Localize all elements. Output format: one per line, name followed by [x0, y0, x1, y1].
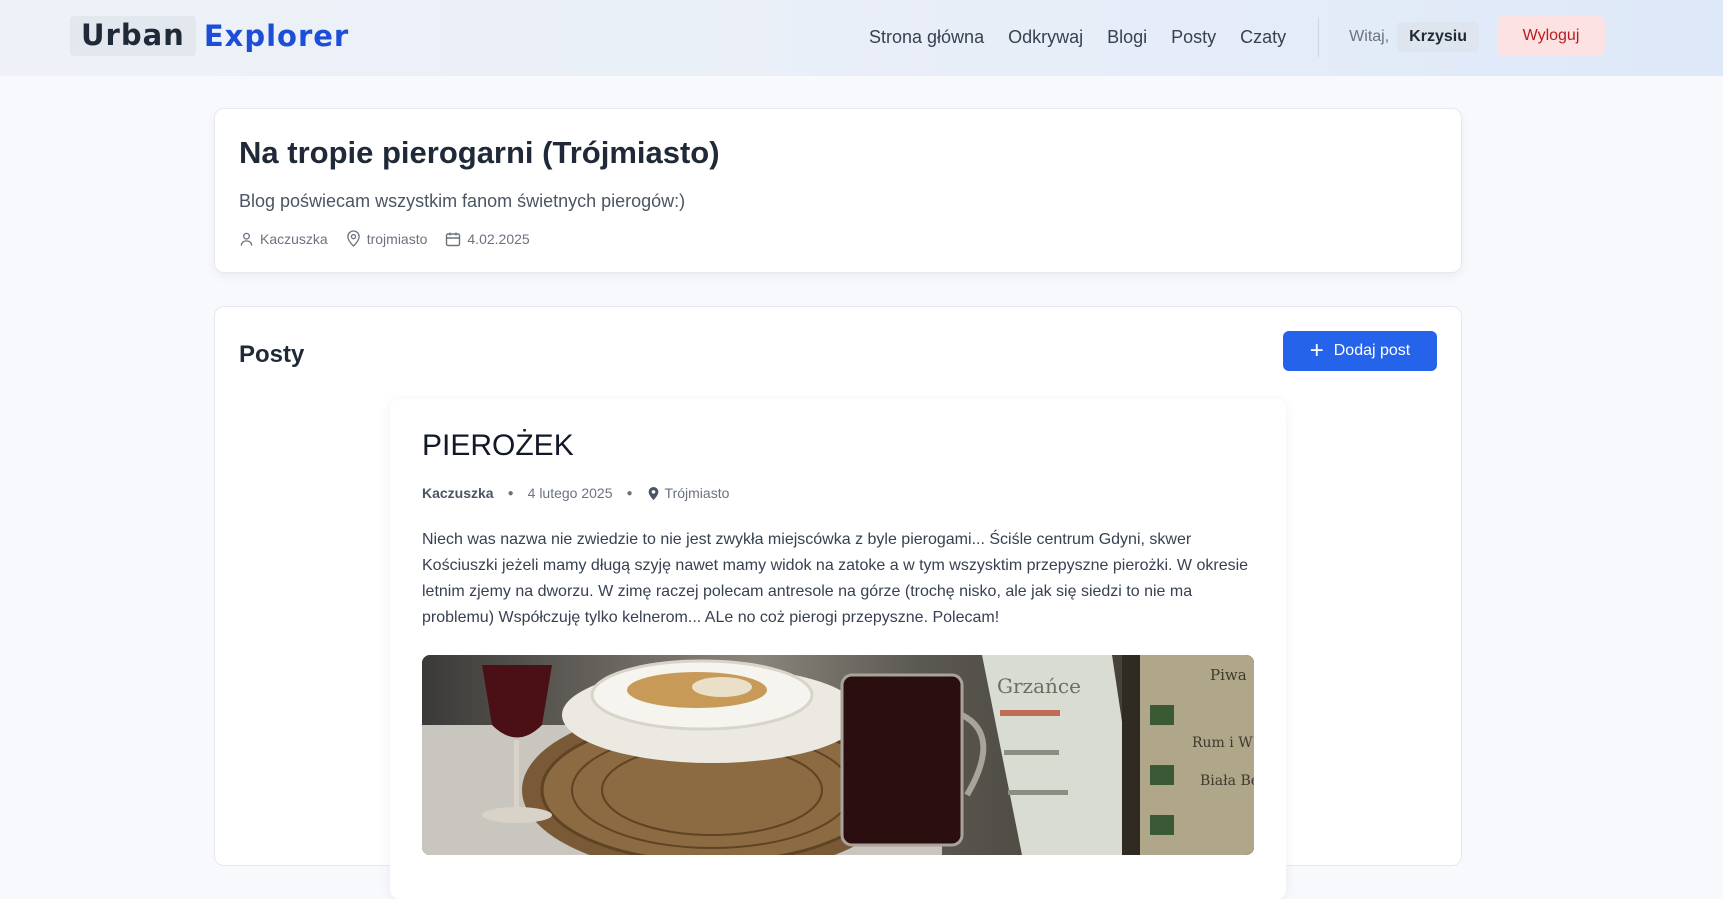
blog-location-name: trojmiasto — [366, 230, 428, 247]
add-post-label: Dodaj post — [1333, 342, 1411, 359]
menu-card-text: Grzańce — [997, 674, 1081, 698]
logout-button[interactable]: Wyloguj — [1497, 16, 1605, 55]
meta-separator: ● — [626, 487, 633, 499]
post-title[interactable]: PIEROŻEK — [422, 429, 574, 463]
map-pin-icon — [648, 486, 658, 500]
post-date: 4 lutego 2025 — [527, 485, 613, 501]
blog-location: trojmiasto — [346, 230, 428, 247]
blog-date-text: 4.02.2025 — [467, 230, 530, 247]
map-pin-icon — [346, 230, 360, 247]
nav-divider — [1318, 17, 1320, 57]
post-photo: Grzańce Piwa Rum i W Biała Bez — [422, 655, 1254, 855]
user-icon — [240, 232, 253, 246]
nav-blogs[interactable]: Blogi — [1107, 27, 1147, 48]
post-location: Trójmiasto — [647, 485, 730, 501]
posts-section: Posty + Dodaj post PIEROŻEK Kaczuszka ● … — [214, 306, 1462, 899]
nav-posts[interactable]: Posty — [1171, 27, 1216, 48]
logo-word-urban: Urban — [70, 16, 196, 56]
meta-separator: ● — [507, 487, 514, 499]
logo-word-explorer: Explorer — [203, 19, 350, 53]
post-location-name: Trójmiasto — [664, 485, 730, 501]
drinks-menu-text-2: Rum i W — [1192, 735, 1253, 751]
add-post-button[interactable]: + Dodaj post — [1283, 331, 1437, 371]
nav-discover[interactable]: Odkrywaj — [1008, 27, 1083, 48]
top-header: Urban Explorer Strona główna Odkrywaj Bl… — [0, 0, 1723, 76]
nav-home[interactable]: Strona główna — [869, 27, 984, 48]
blog-description: Blog poświecam wszystkim fanom świetnych… — [239, 191, 686, 211]
drinks-menu-text-3: Biała Bez — [1200, 773, 1254, 789]
blog-author-name: Kaczuszka — [260, 230, 328, 247]
username-badge[interactable]: Krzysiu — [1397, 22, 1479, 52]
main-nav: Strona główna Odkrywaj Blogi Posty Czaty… — [869, 17, 1479, 57]
post-body: Niech was nazwa nie zwiedzie to nie jest… — [422, 531, 1249, 626]
blog-info-card: Na tropie pierogarni (Trójmiasto) Blog p… — [214, 108, 1462, 273]
post-meta: Kaczuszka ● 4 lutego 2025 ● Trójmiasto — [422, 485, 729, 501]
blog-title: Na tropie pierogarni (Trójmiasto) — [239, 135, 720, 170]
logo[interactable]: Urban Explorer — [70, 14, 349, 58]
calendar-icon — [446, 232, 461, 246]
greeting-text: Witaj, — [1349, 28, 1390, 45]
nav-chats[interactable]: Czaty — [1240, 27, 1286, 48]
plus-icon: + — [1309, 337, 1324, 364]
posts-heading: Posty — [239, 341, 305, 368]
blog-author: Kaczuszka — [239, 231, 328, 247]
blog-meta: Kaczuszka trojmiasto 4.02.2025 — [239, 230, 548, 247]
post-image[interactable]: Grzańce Piwa Rum i W Biała Bez — [422, 655, 1254, 855]
drinks-menu-text-1: Piwa — [1210, 666, 1247, 684]
post-card[interactable]: PIEROŻEK Kaczuszka ● 4 lutego 2025 ● Tró… — [390, 399, 1286, 899]
post-author: Kaczuszka — [422, 485, 494, 501]
blog-date: 4.02.2025 — [445, 230, 530, 247]
